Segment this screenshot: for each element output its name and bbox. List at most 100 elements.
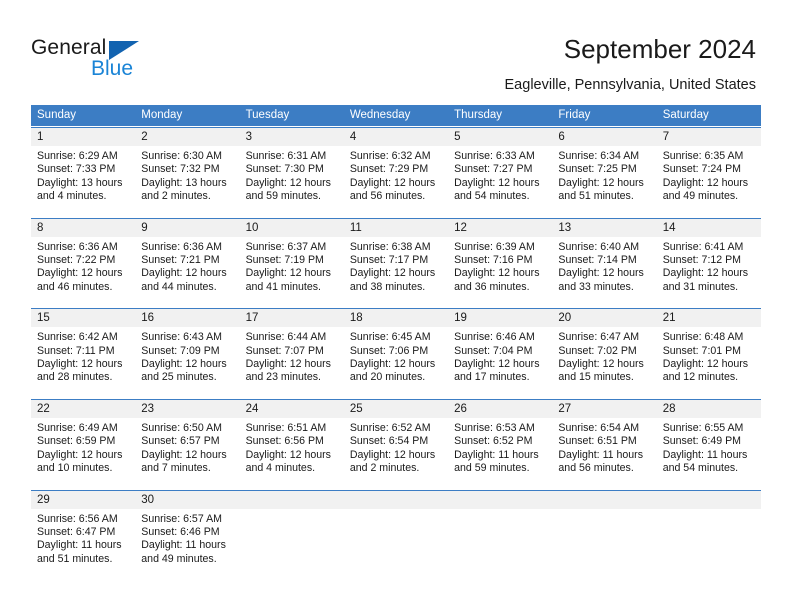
daylight-text-line1: Daylight: 12 hours (558, 358, 644, 371)
sunrise-text: Sunrise: 6:54 AM (558, 421, 640, 434)
day-number: 28 (656, 399, 761, 418)
day-details: Sunrise: 6:32 AM Sunset: 7:29 PM Dayligh… (344, 146, 448, 209)
calendar-day-cell-11[interactable]: 11 Sunrise: 6:38 AM Sunset: 7:17 PM Dayl… (343, 218, 449, 300)
sunrise-text: Sunrise: 6:38 AM (349, 240, 431, 253)
sunrise-text: Sunrise: 6:47 AM (558, 331, 640, 344)
daylight-text-line1: Daylight: 11 hours (662, 448, 748, 461)
calendar-day-cell-15[interactable]: 15 Sunrise: 6:42 AM Sunset: 7:11 PM Dayl… (31, 309, 136, 390)
calendar-day-cell-4[interactable]: 4 Sunrise: 6:32 AM Sunset: 7:29 PM Dayli… (343, 128, 449, 209)
sunset-text: Sunset: 7:14 PM (558, 254, 637, 267)
day-details: Sunrise: 6:43 AM Sunset: 7:09 PM Dayligh… (135, 327, 239, 390)
calendar-weeks: 1 Sunrise: 6:29 AM Sunset: 7:33 PM Dayli… (31, 127, 761, 572)
day-number: 4 (343, 128, 449, 146)
daylight-text-line1: Daylight: 12 hours (141, 267, 227, 280)
calendar-day-cell-28[interactable]: 28 Sunrise: 6:55 AM Sunset: 6:49 PM Dayl… (656, 399, 761, 481)
calendar-day-cell-19[interactable]: 19 Sunrise: 6:46 AM Sunset: 7:04 PM Dayl… (448, 309, 553, 390)
weekday-header-saturday: Saturday (662, 109, 709, 121)
calendar-day-cell-13[interactable]: 13 Sunrise: 6:40 AM Sunset: 7:14 PM Dayl… (552, 218, 657, 300)
day-details: Sunrise: 6:48 AM Sunset: 7:01 PM Dayligh… (657, 327, 761, 390)
sunset-text: Sunset: 7:27 PM (454, 163, 533, 176)
daylight-text-line2: and 15 minutes. (558, 371, 634, 384)
calendar-day-cell-26[interactable]: 26 Sunrise: 6:53 AM Sunset: 6:52 PM Dayl… (448, 399, 553, 481)
sunrise-text: Sunrise: 6:30 AM (141, 150, 222, 162)
sunset-text: Sunset: 7:25 PM (558, 163, 637, 176)
weekday-header-monday: Monday (141, 109, 183, 121)
calendar-day-cell-23[interactable]: 23 Sunrise: 6:50 AM Sunset: 6:57 PM Dayl… (135, 399, 240, 481)
sunset-text: Sunset: 7:06 PM (349, 344, 429, 357)
sunrise-text: Sunrise: 6:29 AM (37, 150, 118, 162)
calendar-day-cell-1[interactable]: 1 Sunrise: 6:29 AM Sunset: 7:33 PM Dayli… (31, 128, 136, 209)
sunrise-text: Sunrise: 6:48 AM (662, 331, 744, 344)
calendar-day-cell-10[interactable]: 10 Sunrise: 6:37 AM Sunset: 7:19 PM Dayl… (239, 218, 344, 300)
calendar-day-cell-2[interactable]: 2 Sunrise: 6:30 AM Sunset: 7:32 PM Dayli… (135, 128, 240, 209)
daylight-text-line2: and 2 minutes. (141, 190, 211, 203)
day-details: Sunrise: 6:49 AM Sunset: 6:59 PM Dayligh… (31, 418, 135, 481)
daylight-text-line2: and 51 minutes. (558, 190, 634, 203)
day-details (344, 509, 448, 518)
day-number: 9 (135, 218, 240, 237)
daylight-text-line1: Daylight: 12 hours (349, 176, 436, 189)
day-details: Sunrise: 6:31 AM Sunset: 7:30 PM Dayligh… (240, 146, 344, 209)
calendar-day-cell-29[interactable]: 29 Sunrise: 6:56 AM Sunset: 6:47 PM Dayl… (31, 490, 136, 572)
calendar-day-cell-empty (656, 490, 761, 572)
day-number: 18 (343, 309, 449, 328)
weekday-header-wednesday: Wednesday (349, 109, 411, 121)
calendar-grid: Sunday Monday Tuesday Wednesday Thursday… (31, 105, 761, 572)
sunrise-text: Sunrise: 6:57 AM (141, 512, 222, 525)
daylight-text-line1: Daylight: 12 hours (662, 358, 749, 371)
day-details: Sunrise: 6:41 AM Sunset: 7:12 PM Dayligh… (657, 237, 761, 300)
day-number: 2 (135, 128, 240, 146)
calendar-week-row-3: 15 Sunrise: 6:42 AM Sunset: 7:11 PM Dayl… (31, 308, 761, 390)
calendar-day-cell-25[interactable]: 25 Sunrise: 6:52 AM Sunset: 6:54 PM Dayl… (343, 399, 449, 481)
calendar-day-cell-16[interactable]: 16 Sunrise: 6:43 AM Sunset: 7:09 PM Dayl… (135, 309, 240, 390)
sunrise-text: Sunrise: 6:51 AM (245, 421, 327, 434)
calendar-day-cell-22[interactable]: 22 Sunrise: 6:49 AM Sunset: 6:59 PM Dayl… (31, 399, 136, 481)
calendar-day-cell-30[interactable]: 30 Sunrise: 6:57 AM Sunset: 6:46 PM Dayl… (135, 490, 240, 572)
day-details: Sunrise: 6:52 AM Sunset: 6:54 PM Dayligh… (344, 418, 448, 481)
calendar-day-cell-18[interactable]: 18 Sunrise: 6:45 AM Sunset: 7:06 PM Dayl… (343, 309, 449, 390)
sunset-text: Sunset: 6:56 PM (245, 435, 324, 448)
calendar-day-cell-20[interactable]: 20 Sunrise: 6:47 AM Sunset: 7:02 PM Dayl… (552, 309, 657, 390)
sunrise-text: Sunrise: 6:52 AM (349, 421, 431, 434)
sunset-text: Sunset: 7:16 PM (454, 254, 533, 267)
calendar-day-cell-6[interactable]: 6 Sunrise: 6:34 AM Sunset: 7:25 PM Dayli… (552, 128, 657, 209)
daylight-text-line1: Daylight: 12 hours (141, 358, 227, 371)
day-details: Sunrise: 6:30 AM Sunset: 7:32 PM Dayligh… (135, 146, 239, 209)
calendar-day-cell-24[interactable]: 24 Sunrise: 6:51 AM Sunset: 6:56 PM Dayl… (239, 399, 344, 481)
daylight-text-line2: and 49 minutes. (141, 552, 217, 565)
weekday-header-tuesday: Tuesday (245, 109, 290, 121)
calendar-day-cell-21[interactable]: 21 Sunrise: 6:48 AM Sunset: 7:01 PM Dayl… (656, 309, 761, 390)
sunset-text: Sunset: 7:11 PM (37, 344, 115, 357)
day-details: Sunrise: 6:29 AM Sunset: 7:33 PM Dayligh… (31, 146, 135, 209)
day-details: Sunrise: 6:54 AM Sunset: 6:51 PM Dayligh… (552, 418, 656, 481)
daylight-text-line1: Daylight: 11 hours (558, 448, 644, 461)
generalblue-logo[interactable]: General Blue (31, 36, 261, 92)
daylight-text-line2: and 56 minutes. (558, 462, 634, 475)
calendar-day-cell-12[interactable]: 12 Sunrise: 6:39 AM Sunset: 7:16 PM Dayl… (448, 218, 553, 300)
calendar-day-cell-9[interactable]: 9 Sunrise: 6:36 AM Sunset: 7:21 PM Dayli… (135, 218, 240, 300)
calendar-day-cell-5[interactable]: 5 Sunrise: 6:33 AM Sunset: 7:27 PM Dayli… (448, 128, 553, 209)
daylight-text-line1: Daylight: 12 hours (245, 358, 331, 371)
weekday-header-row: Sunday Monday Tuesday Wednesday Thursday… (31, 105, 761, 126)
day-details: Sunrise: 6:57 AM Sunset: 6:46 PM Dayligh… (135, 509, 239, 572)
day-number: 23 (135, 399, 240, 418)
day-number: 30 (135, 490, 240, 509)
day-number: 8 (31, 218, 136, 237)
day-number: 25 (343, 399, 449, 418)
daylight-text-line1: Daylight: 12 hours (662, 176, 749, 189)
daylight-text-line2: and 51 minutes. (37, 552, 113, 565)
sunrise-text: Sunrise: 6:36 AM (141, 240, 222, 253)
page-subtitle: Eagleville, Pennsylvania, United States (504, 77, 756, 93)
calendar-day-cell-14[interactable]: 14 Sunrise: 6:41 AM Sunset: 7:12 PM Dayl… (656, 218, 761, 300)
page-header: General Blue September 2024 Eagleville, … (0, 0, 792, 100)
calendar-day-cell-7[interactable]: 7 Sunrise: 6:35 AM Sunset: 7:24 PM Dayli… (656, 128, 761, 209)
weekday-header-sunday: Sunday (37, 109, 77, 121)
daylight-text-line2: and 41 minutes. (245, 280, 321, 293)
calendar-day-cell-3[interactable]: 3 Sunrise: 6:31 AM Sunset: 7:30 PM Dayli… (239, 128, 344, 209)
sunset-text: Sunset: 7:30 PM (245, 163, 324, 176)
calendar-day-cell-8[interactable]: 8 Sunrise: 6:36 AM Sunset: 7:22 PM Dayli… (31, 218, 136, 300)
sunrise-text: Sunrise: 6:40 AM (558, 240, 640, 253)
calendar-day-cell-27[interactable]: 27 Sunrise: 6:54 AM Sunset: 6:51 PM Dayl… (552, 399, 657, 481)
calendar-day-cell-17[interactable]: 17 Sunrise: 6:44 AM Sunset: 7:07 PM Dayl… (239, 309, 344, 390)
day-number: 29 (31, 490, 136, 509)
